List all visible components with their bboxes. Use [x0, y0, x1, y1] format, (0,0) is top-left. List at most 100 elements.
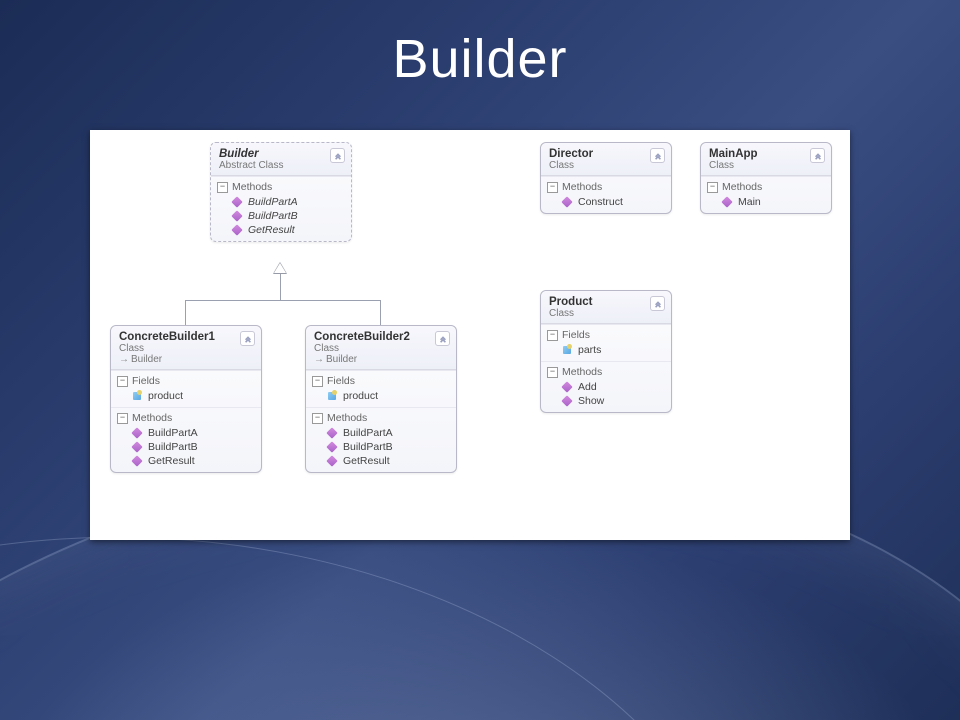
class-header: Product Class: [541, 291, 671, 324]
class-name: ConcreteBuilder1: [119, 331, 253, 343]
class-type: Class: [549, 308, 663, 319]
class-base: →Builder: [119, 354, 253, 365]
methods-section: −Methods BuildPartA BuildPartB GetResult: [306, 407, 456, 472]
class-name: Product: [549, 296, 663, 308]
method-icon: [131, 427, 143, 439]
fields-section: −Fields product: [306, 370, 456, 407]
class-name: Builder: [219, 148, 343, 160]
class-box-mainapp[interactable]: MainApp Class −Methods Main: [700, 142, 832, 214]
methods-section: −Methods Main: [701, 176, 831, 213]
section-label: Fields: [132, 375, 160, 387]
section-label: Methods: [562, 366, 602, 378]
class-header: Builder Abstract Class: [211, 143, 351, 176]
collapse-chevron-icon[interactable]: [330, 148, 345, 163]
section-toggle-icon[interactable]: −: [707, 182, 718, 193]
method-item: GetResult: [217, 223, 345, 237]
slide: Builder Builder Abstract Class −Methods …: [0, 0, 960, 720]
field-icon: [326, 390, 338, 402]
class-type: Abstract Class: [219, 160, 343, 171]
method-name: Main: [738, 196, 761, 208]
class-box-concrete2[interactable]: ConcreteBuilder2 Class →Builder −Fields …: [305, 325, 457, 473]
method-name: BuildPartB: [248, 210, 298, 222]
methods-section: −Methods BuildPartA BuildPartB GetResult: [111, 407, 261, 472]
class-name: Director: [549, 148, 663, 160]
class-box-product[interactable]: Product Class −Fields parts −Methods Add…: [540, 290, 672, 413]
methods-section: −Methods BuildPartA BuildPartB GetResult: [211, 176, 351, 241]
section-label: Methods: [562, 181, 602, 193]
collapse-chevron-icon[interactable]: [240, 331, 255, 346]
method-icon: [231, 224, 243, 236]
method-name: Show: [578, 395, 604, 407]
method-icon: [561, 381, 573, 393]
methods-section: −Methods Add Show: [541, 361, 671, 412]
collapse-chevron-icon[interactable]: [650, 148, 665, 163]
field-icon: [131, 390, 143, 402]
class-header: Director Class: [541, 143, 671, 176]
methods-section: −Methods Construct: [541, 176, 671, 213]
method-name: GetResult: [343, 455, 390, 467]
section-toggle-icon[interactable]: −: [312, 413, 323, 424]
method-item: BuildPartB: [117, 440, 255, 454]
section-toggle-icon[interactable]: −: [547, 367, 558, 378]
class-header: MainApp Class: [701, 143, 831, 176]
collapse-chevron-icon[interactable]: [810, 148, 825, 163]
method-icon: [561, 395, 573, 407]
fields-section: −Fields product: [111, 370, 261, 407]
section-label: Methods: [232, 181, 272, 193]
section-toggle-icon[interactable]: −: [312, 376, 323, 387]
diagram-canvas: Builder Abstract Class −Methods BuildPar…: [90, 130, 850, 540]
section-label: Fields: [327, 375, 355, 387]
method-item: Add: [547, 380, 665, 394]
class-box-concrete1[interactable]: ConcreteBuilder1 Class →Builder −Fields …: [110, 325, 262, 473]
inherit-arrow-icon: →: [119, 354, 129, 365]
slide-title: Builder: [0, 28, 960, 90]
method-icon: [721, 196, 733, 208]
method-item: Main: [707, 195, 825, 209]
class-name: ConcreteBuilder2: [314, 331, 448, 343]
method-item: BuildPartB: [312, 440, 450, 454]
section-toggle-icon[interactable]: −: [117, 413, 128, 424]
method-item: GetResult: [312, 454, 450, 468]
fields-section: −Fields parts: [541, 324, 671, 361]
class-type: Class: [119, 343, 253, 354]
class-header: ConcreteBuilder2 Class →Builder: [306, 326, 456, 370]
method-name: Construct: [578, 196, 623, 208]
method-icon: [131, 455, 143, 467]
field-icon: [561, 344, 573, 356]
field-item: product: [117, 389, 255, 403]
field-item: product: [312, 389, 450, 403]
section-toggle-icon[interactable]: −: [547, 182, 558, 193]
method-item: BuildPartA: [217, 195, 345, 209]
method-name: BuildPartA: [343, 427, 393, 439]
class-name: MainApp: [709, 148, 823, 160]
section-toggle-icon[interactable]: −: [547, 330, 558, 341]
method-name: BuildPartB: [148, 441, 198, 453]
method-icon: [561, 196, 573, 208]
method-name: BuildPartB: [343, 441, 393, 453]
class-type: Class: [709, 160, 823, 171]
section-toggle-icon[interactable]: −: [217, 182, 228, 193]
class-box-director[interactable]: Director Class −Methods Construct: [540, 142, 672, 214]
method-icon: [131, 441, 143, 453]
collapse-chevron-icon[interactable]: [650, 296, 665, 311]
class-header: ConcreteBuilder1 Class →Builder: [111, 326, 261, 370]
field-name: parts: [578, 344, 601, 356]
method-name: GetResult: [248, 224, 295, 236]
method-name: Add: [578, 381, 597, 393]
field-item: parts: [547, 343, 665, 357]
section-toggle-icon[interactable]: −: [117, 376, 128, 387]
field-name: product: [343, 390, 378, 402]
section-label: Methods: [327, 412, 367, 424]
method-icon: [326, 455, 338, 467]
method-item: BuildPartB: [217, 209, 345, 223]
class-type: Class: [314, 343, 448, 354]
method-name: BuildPartA: [248, 196, 298, 208]
section-label: Fields: [562, 329, 590, 341]
method-icon: [231, 196, 243, 208]
method-name: GetResult: [148, 455, 195, 467]
collapse-chevron-icon[interactable]: [435, 331, 450, 346]
class-type: Class: [549, 160, 663, 171]
method-item: BuildPartA: [312, 426, 450, 440]
class-box-builder[interactable]: Builder Abstract Class −Methods BuildPar…: [210, 142, 352, 242]
method-icon: [326, 427, 338, 439]
